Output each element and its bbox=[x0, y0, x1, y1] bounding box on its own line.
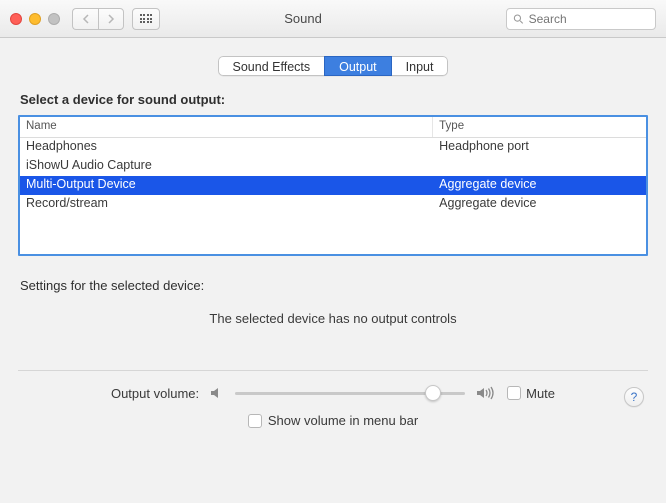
slider-thumb[interactable] bbox=[425, 385, 441, 401]
tab-sound-effects[interactable]: Sound Effects bbox=[218, 56, 325, 76]
device-name: Record/stream bbox=[20, 195, 433, 214]
tab-input[interactable]: Input bbox=[392, 56, 449, 76]
show-in-menubar-row: Show volume in menu bar bbox=[18, 413, 648, 428]
minimize-button[interactable] bbox=[29, 13, 41, 25]
divider bbox=[18, 370, 648, 371]
device-name: iShowU Audio Capture bbox=[20, 157, 433, 176]
mute-checkbox-wrap: Mute bbox=[507, 386, 555, 401]
device-name: Headphones bbox=[20, 138, 433, 157]
device-name: Multi-Output Device bbox=[20, 176, 433, 195]
tab-row: Sound Effects Output Input bbox=[18, 56, 648, 76]
speaker-low-icon bbox=[209, 386, 225, 400]
table-row[interactable]: iShowU Audio Capture bbox=[20, 157, 646, 176]
mute-label: Mute bbox=[526, 386, 555, 401]
device-type: Aggregate device bbox=[433, 195, 646, 214]
device-type bbox=[433, 157, 646, 176]
menubar-checkbox[interactable] bbox=[248, 414, 262, 428]
speaker-high-icon bbox=[475, 386, 497, 400]
table-header: Name Type bbox=[20, 117, 646, 138]
device-type: Headphone port bbox=[433, 138, 646, 157]
output-device-table: Name Type HeadphonesHeadphone portiShowU… bbox=[18, 115, 648, 256]
output-volume-row: Output volume: Mute bbox=[18, 385, 648, 401]
tab-output[interactable]: Output bbox=[324, 56, 392, 76]
settings-label: Settings for the selected device: bbox=[20, 278, 648, 293]
section-label: Select a device for sound output: bbox=[20, 92, 648, 107]
table-row[interactable]: Multi-Output DeviceAggregate device bbox=[20, 176, 646, 195]
search-input[interactable] bbox=[529, 12, 649, 26]
column-header-name[interactable]: Name bbox=[20, 117, 433, 137]
column-header-type[interactable]: Type bbox=[433, 117, 646, 137]
titlebar: Sound bbox=[0, 0, 666, 38]
menubar-label: Show volume in menu bar bbox=[268, 413, 418, 428]
mute-checkbox[interactable] bbox=[507, 386, 521, 400]
window-title: Sound bbox=[108, 11, 498, 26]
search-icon bbox=[513, 13, 524, 25]
close-button[interactable] bbox=[10, 13, 22, 25]
zoom-button[interactable] bbox=[48, 13, 60, 25]
table-body: HeadphonesHeadphone portiShowU Audio Cap… bbox=[20, 138, 646, 254]
no-output-controls-message: The selected device has no output contro… bbox=[18, 311, 648, 326]
tab-segmented-control: Sound Effects Output Input bbox=[218, 56, 449, 76]
output-volume-label: Output volume: bbox=[111, 386, 199, 401]
back-button[interactable] bbox=[72, 8, 98, 30]
content-area: Sound Effects Output Input Select a devi… bbox=[0, 38, 666, 503]
help-button[interactable]: ? bbox=[624, 387, 644, 407]
window-controls bbox=[10, 13, 60, 25]
table-row[interactable]: Record/streamAggregate device bbox=[20, 195, 646, 214]
volume-slider[interactable] bbox=[235, 385, 465, 401]
device-type: Aggregate device bbox=[433, 176, 646, 195]
table-row[interactable]: HeadphonesHeadphone port bbox=[20, 138, 646, 157]
search-field[interactable] bbox=[506, 8, 656, 30]
